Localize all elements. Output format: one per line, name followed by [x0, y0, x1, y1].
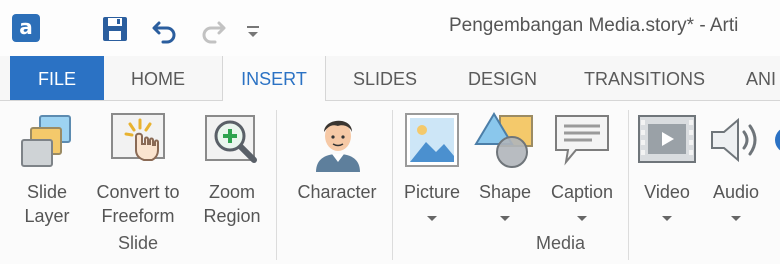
- zoom-region-label: Zoom Region: [203, 182, 261, 226]
- shape-dropdown-icon[interactable]: [500, 216, 510, 221]
- redo-icon[interactable]: [198, 14, 228, 44]
- slide-group-label: Slide: [118, 233, 159, 253]
- tab-design[interactable]: DESIGN: [468, 56, 537, 100]
- title-bar: a Pengembangan Media.story* - Arti: [0, 0, 780, 56]
- tab-transitions[interactable]: TRANSITIONS: [584, 56, 705, 100]
- partial-icon: [770, 110, 780, 170]
- convert-freeform-label: Convert to Freeform: [96, 182, 180, 226]
- picture-label: Picture: [403, 182, 461, 202]
- convert-to-freeform-button[interactable]: Convert to Freeform: [88, 110, 188, 230]
- slide-layer-label: Slide Layer: [24, 182, 70, 226]
- tab-slides[interactable]: SLIDES: [353, 56, 417, 100]
- caption-icon: [552, 110, 612, 175]
- tab-insert[interactable]: INSERT: [222, 56, 326, 101]
- tab-file[interactable]: FILE: [10, 56, 104, 100]
- audio-label: Audio: [712, 182, 760, 202]
- window-title: Pengembangan Media.story* - Arti: [449, 15, 739, 36]
- customize-qat-icon[interactable]: [240, 14, 266, 44]
- audio-icon: [706, 110, 766, 175]
- caption-button[interactable]: Caption: [544, 110, 620, 230]
- picture-icon: [402, 110, 462, 175]
- video-dropdown-icon[interactable]: [662, 216, 672, 221]
- video-label: Video: [644, 182, 690, 202]
- ribbon-tabs: FILE HOME INSERT SLIDES DESIGN TRANSITIO…: [0, 56, 780, 101]
- shape-icon: [474, 110, 536, 177]
- partial-button[interactable]: [770, 110, 780, 170]
- audio-button[interactable]: Audio: [704, 110, 768, 230]
- media-group-label: Media: [536, 233, 586, 253]
- convert-freeform-icon: [108, 110, 168, 175]
- audio-dropdown-icon[interactable]: [731, 216, 741, 221]
- tab-animations[interactable]: ANI: [746, 56, 776, 100]
- zoom-region-button[interactable]: Zoom Region: [196, 110, 268, 230]
- app-icon[interactable]: a: [12, 14, 40, 42]
- shape-label: Shape: [478, 182, 532, 202]
- group-separator: [276, 110, 277, 260]
- save-icon[interactable]: [100, 14, 130, 44]
- caption-label: Caption: [550, 182, 614, 202]
- shape-button[interactable]: Shape: [472, 110, 538, 230]
- slide-layer-button[interactable]: Slide Layer: [14, 110, 80, 230]
- video-button[interactable]: Video: [634, 110, 700, 230]
- caption-dropdown-icon[interactable]: [577, 216, 587, 221]
- zoom-region-icon: [200, 110, 264, 175]
- picture-dropdown-icon[interactable]: [427, 216, 437, 221]
- group-separator: [628, 110, 629, 260]
- picture-button[interactable]: Picture: [398, 110, 466, 230]
- character-label: Character: [297, 182, 377, 202]
- slide-layer-icon: [18, 110, 78, 175]
- app-icon-letter: a: [19, 15, 33, 39]
- character-button[interactable]: Character: [290, 110, 384, 230]
- character-icon: [308, 110, 368, 179]
- tab-home[interactable]: HOME: [131, 56, 185, 100]
- group-separator: [392, 110, 393, 260]
- undo-icon[interactable]: [150, 14, 180, 44]
- video-icon: [636, 110, 698, 175]
